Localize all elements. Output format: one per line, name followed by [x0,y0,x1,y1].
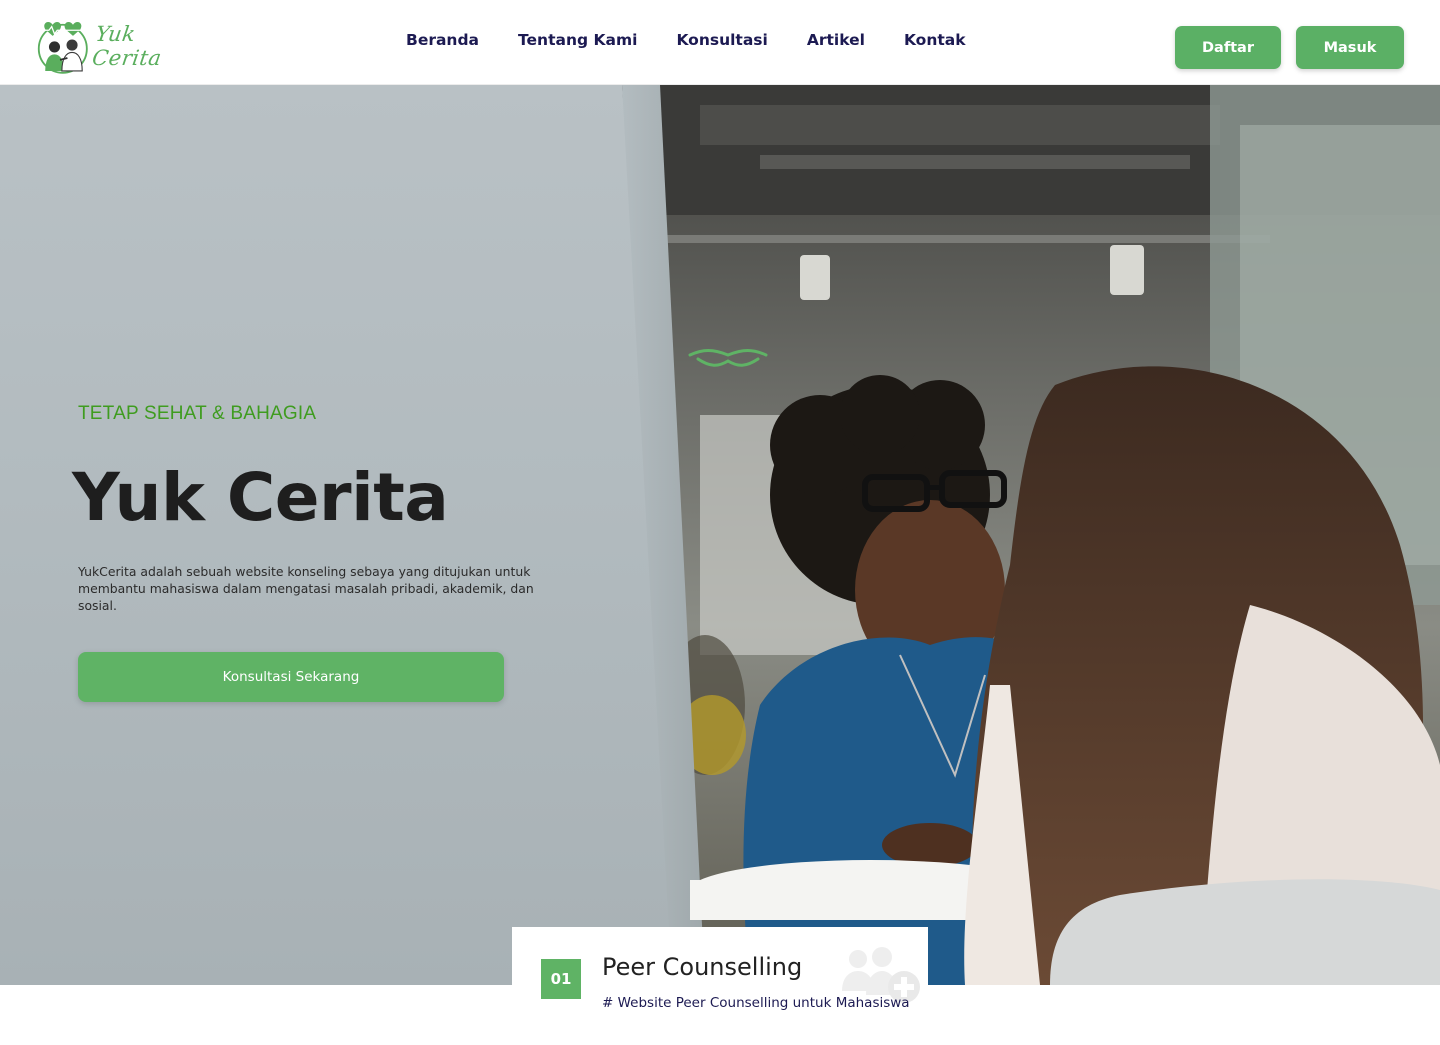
site-header: Yuk Cerita Beranda Tentang Kami Konsulta… [0,0,1440,85]
hero-title: Yuk Cerita [72,459,449,536]
brand-logo[interactable]: Yuk Cerita [36,14,201,78]
consult-now-button[interactable]: Konsultasi Sekarang [78,652,504,702]
feature-subtitle: # Website Peer Counselling untuk Mahasis… [602,995,910,1011]
hero-section: TETAP SEHAT & BAHAGIA Yuk Cerita YukCeri… [0,85,1440,985]
wave-accent-icon [688,349,768,367]
login-button[interactable]: Masuk [1296,26,1404,69]
feature-number-badge: 01 [541,959,581,999]
hero-description: YukCerita adalah sebuah website konselin… [78,564,534,613]
nav-item-konsultasi[interactable]: Konsultasi [676,30,767,50]
nav-item-artikel[interactable]: Artikel [807,30,865,50]
logo-emblem-icon [37,22,88,74]
feature-card[interactable]: 01 Peer Counselling # Website Peer Couns… [512,927,928,1045]
nav-item-beranda[interactable]: Beranda [406,30,479,50]
feature-title: Peer Counselling [602,953,803,981]
main-nav: Beranda Tentang Kami Konsultasi Artikel … [406,30,1005,50]
nav-item-kontak[interactable]: Kontak [904,30,966,50]
register-button[interactable]: Daftar [1175,26,1281,69]
hero-eyebrow: TETAP SEHAT & BAHAGIA [78,403,317,424]
brand-name: Yuk Cerita [90,22,163,70]
nav-item-tentang-kami[interactable]: Tentang Kami [518,30,637,50]
